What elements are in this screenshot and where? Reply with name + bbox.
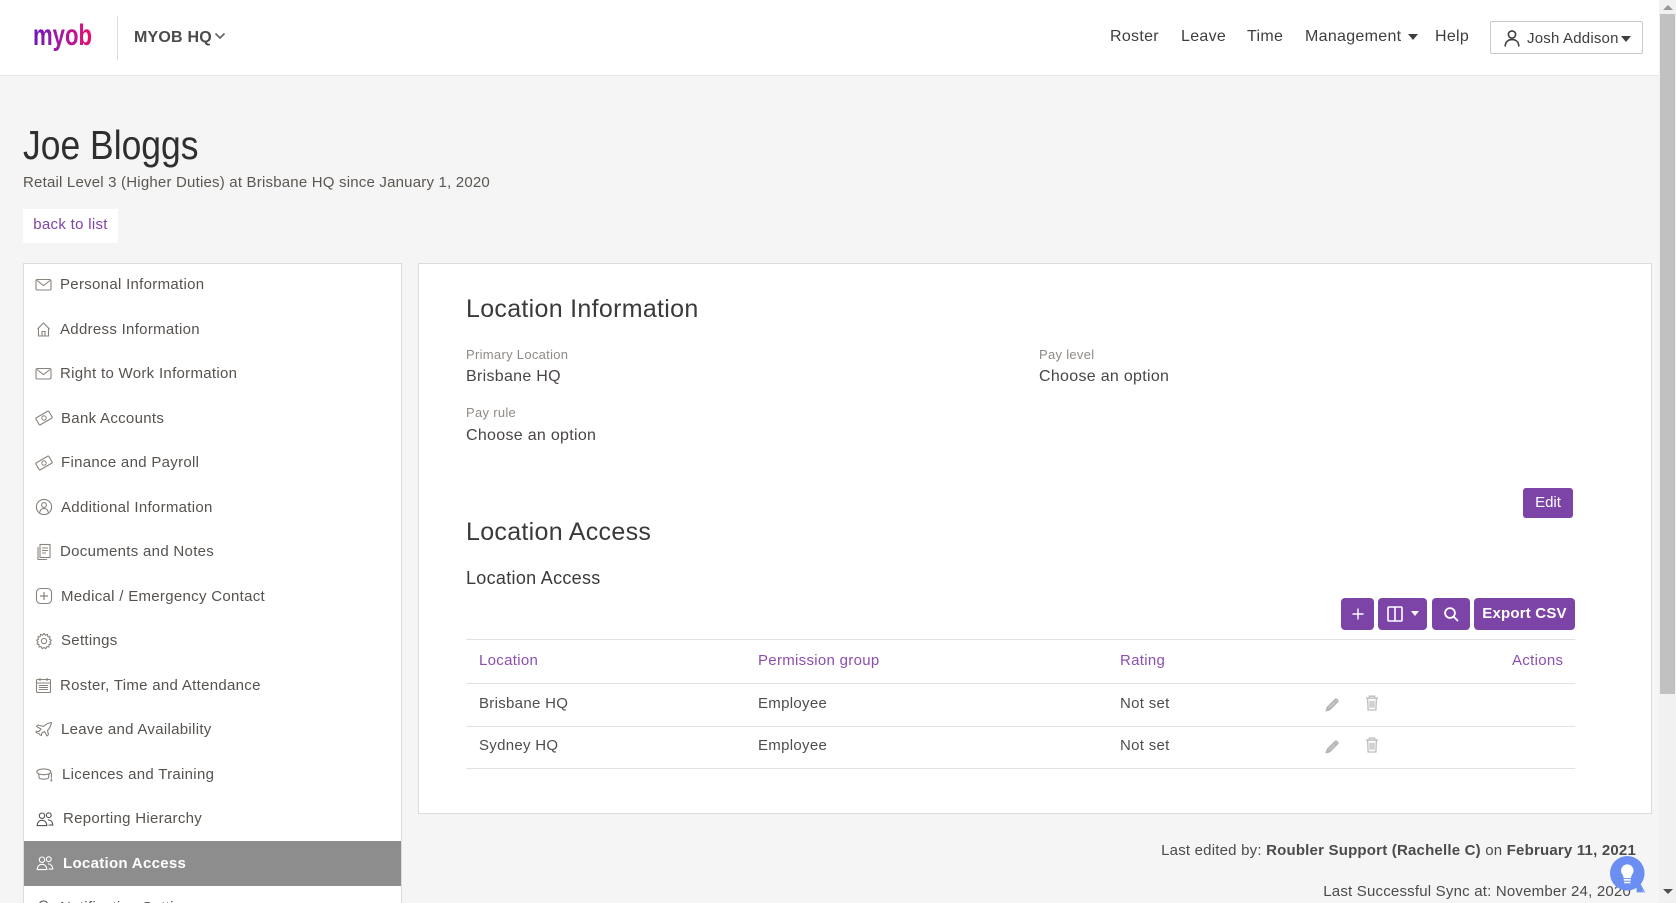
svg-text:myob: myob (33, 20, 92, 52)
